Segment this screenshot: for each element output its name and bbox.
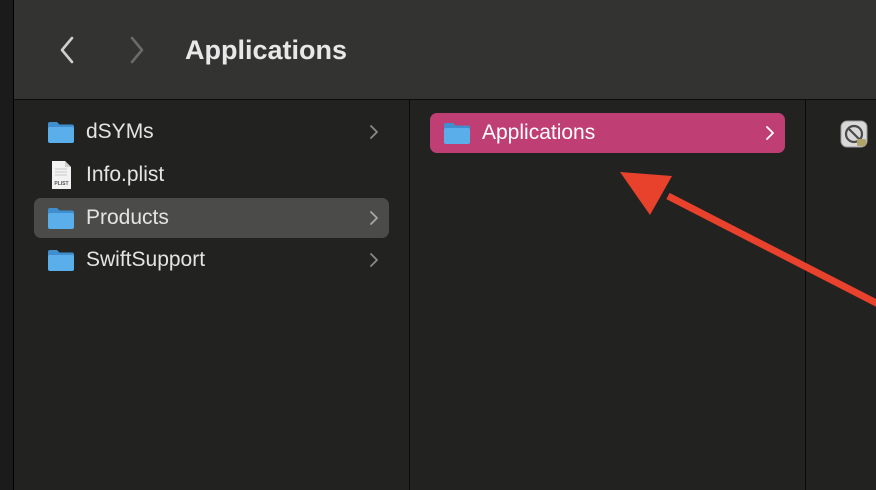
list-item-dsyms[interactable]: dSYMs	[34, 112, 389, 152]
folder-icon	[48, 122, 74, 143]
column-1: dSYMs PLIST Info.plist Products SwiftSup…	[14, 100, 410, 490]
list-item-label: SwiftSupport	[86, 248, 206, 271]
plist-icon-text: PLIST	[54, 181, 68, 187]
chevron-right-icon	[766, 126, 774, 140]
list-item-label: Applications	[482, 121, 596, 144]
chevron-right-icon	[370, 211, 378, 225]
column-3	[806, 100, 876, 490]
chevron-right-icon	[370, 253, 378, 267]
back-button[interactable]	[54, 33, 80, 67]
column-2: Applications	[410, 100, 806, 490]
list-item-applications[interactable]: Applications	[430, 113, 785, 153]
column-browser: dSYMs PLIST Info.plist Products SwiftSup…	[14, 100, 876, 490]
app-prohibited-icon	[840, 120, 868, 148]
list-item-label: dSYMs	[86, 120, 154, 143]
list-item-products[interactable]: Products	[34, 198, 389, 238]
chevron-right-icon	[370, 125, 378, 139]
toolbar: Applications	[14, 0, 876, 100]
finder-window: Applications dSYMs PLIST Info.plist Prod…	[0, 0, 876, 490]
forward-button[interactable]	[124, 33, 150, 67]
folder-icon	[48, 250, 74, 271]
list-item-label: Info.plist	[86, 163, 165, 186]
folder-icon	[48, 208, 74, 229]
folder-icon	[444, 123, 470, 144]
window-title: Applications	[185, 35, 348, 65]
list-item-label: Products	[86, 206, 169, 229]
window-edge	[0, 0, 14, 490]
chevron-left-icon	[60, 36, 74, 64]
list-item-swiftsupport[interactable]: SwiftSupport	[34, 240, 389, 280]
chevron-right-icon	[130, 36, 144, 64]
list-item-info-plist[interactable]: PLIST Info.plist	[34, 155, 389, 195]
plist-file-icon: PLIST	[52, 161, 71, 189]
app-item[interactable]	[840, 120, 868, 148]
